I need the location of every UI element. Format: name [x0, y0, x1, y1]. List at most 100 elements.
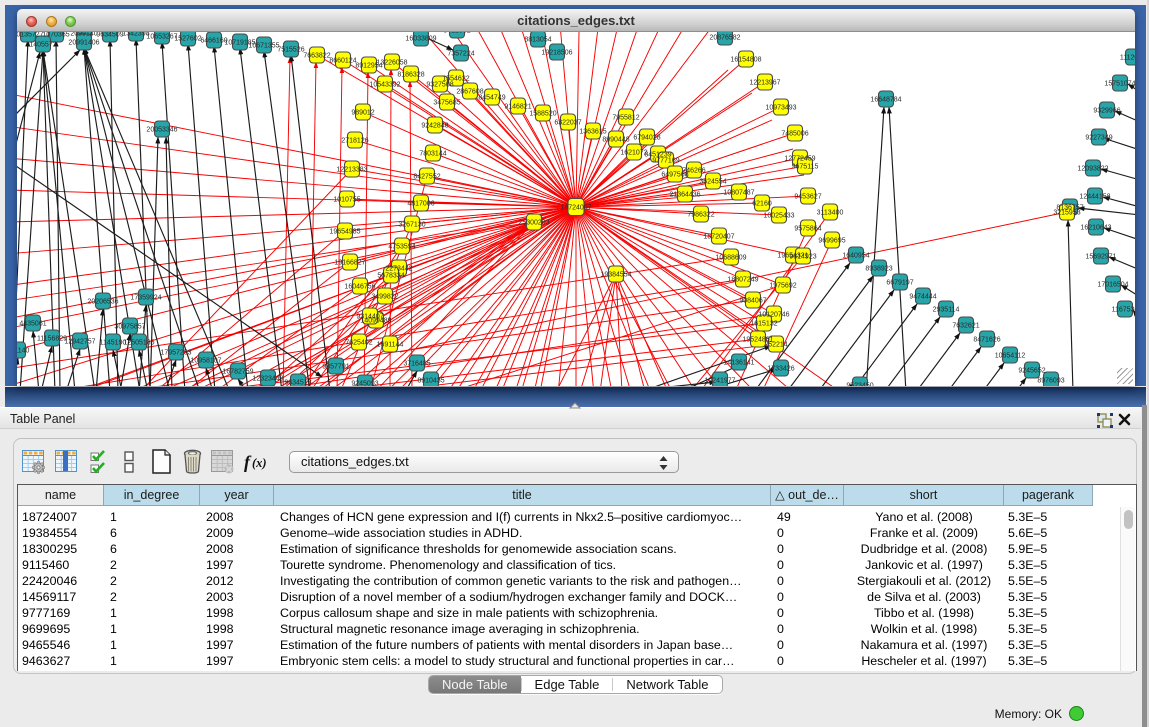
- svg-text:8412862: 8412862: [443, 32, 470, 35]
- svg-text:10025433: 10025433: [763, 213, 794, 220]
- svg-text:6794028: 6794028: [633, 135, 660, 142]
- svg-text:9857791: 9857791: [322, 364, 349, 371]
- svg-text:12093822: 12093822: [1077, 166, 1108, 173]
- svg-text:(x): (x): [252, 456, 267, 470]
- svg-text:9242848: 9242848: [421, 123, 448, 130]
- svg-text:9314407: 9314407: [356, 314, 383, 321]
- svg-text:10653267: 10653267: [146, 34, 177, 41]
- svg-text:10973493: 10973493: [765, 105, 796, 112]
- svg-text:16648784: 16648784: [870, 97, 901, 104]
- svg-text:21364436: 21364436: [669, 192, 700, 199]
- svg-text:9227349: 9227349: [1085, 135, 1112, 142]
- svg-text:3716485: 3716485: [403, 361, 430, 368]
- svg-text:15751074: 15751074: [1104, 81, 1135, 88]
- svg-text:9523450: 9523450: [846, 383, 873, 387]
- svg-text:1167530: 1167530: [1112, 307, 1135, 314]
- svg-text:20876582: 20876582: [709, 35, 740, 42]
- svg-text:9575864: 9575864: [794, 226, 821, 233]
- svg-text:62160: 62160: [752, 201, 772, 208]
- svg-text:9777169: 9777169: [652, 158, 679, 165]
- svg-text:9084067: 9084067: [739, 298, 766, 305]
- svg-text:3624554: 3624554: [699, 179, 726, 186]
- svg-text:20991406: 20991406: [68, 40, 99, 47]
- svg-text:7515526: 7515526: [277, 47, 304, 54]
- svg-text:1010755: 1010755: [333, 197, 360, 204]
- svg-text:16033809: 16033809: [405, 36, 436, 43]
- svg-text:16210643: 16210643: [1080, 225, 1111, 232]
- svg-text:10671355: 10671355: [248, 43, 279, 50]
- svg-text:5678334: 5678334: [377, 273, 404, 280]
- svg-text:14136141: 14136141: [723, 360, 754, 367]
- svg-text:9327508: 9327508: [426, 82, 453, 89]
- svg-text:9329966: 9329966: [1093, 108, 1120, 115]
- svg-text:18724007: 18724007: [560, 205, 591, 212]
- svg-text:25300203: 25300203: [518, 220, 549, 227]
- svg-text:7955812: 7955812: [612, 115, 639, 122]
- svg-text:10543392: 10543392: [369, 82, 400, 89]
- svg-text:1615132: 1615132: [750, 321, 777, 328]
- svg-text:2099140: 2099140: [70, 32, 97, 38]
- svg-text:20135727: 20135727: [17, 32, 44, 39]
- svg-text:989012: 989012: [351, 110, 374, 117]
- svg-text:1554622: 1554622: [442, 76, 469, 83]
- svg-text:1112040: 1112040: [1120, 55, 1135, 62]
- svg-text:10120746: 10120746: [758, 312, 789, 319]
- svg-text:8471626: 8471626: [973, 337, 1000, 344]
- svg-text:10241977: 10241977: [704, 378, 735, 385]
- svg-text:7485006: 7485006: [781, 131, 808, 138]
- svg-text:16046756: 16046756: [344, 284, 375, 291]
- svg-text:7632621: 7632621: [952, 323, 979, 330]
- svg-text:17359924: 17359924: [130, 295, 161, 302]
- svg-text:20053346: 20053346: [146, 127, 177, 134]
- svg-text:1070365: 1070365: [42, 32, 69, 39]
- svg-text:4435061: 4435061: [19, 321, 46, 328]
- svg-text:9474444: 9474444: [909, 294, 936, 301]
- svg-text:1588520: 1588520: [529, 111, 556, 118]
- svg-text:12505135: 12505135: [123, 340, 154, 347]
- svg-text:12213967: 12213967: [749, 80, 780, 87]
- svg-text:8938923: 8938923: [865, 266, 892, 273]
- svg-text:10688609: 10688609: [715, 255, 746, 262]
- svg-text:1363615: 1363615: [579, 129, 606, 136]
- svg-text:12942757: 12942757: [64, 339, 95, 346]
- svg-text:6679197: 6679197: [886, 280, 913, 287]
- svg-text:17957253: 17957253: [160, 350, 191, 357]
- svg-text:10807487: 10807487: [723, 190, 754, 197]
- svg-text:8186328: 8186328: [397, 72, 424, 79]
- svg-text:7663822: 7663822: [303, 53, 330, 60]
- svg-text:19654985: 19654985: [329, 229, 360, 236]
- svg-text:9814923: 9814923: [789, 254, 816, 261]
- svg-text:1733426: 1733426: [767, 366, 794, 373]
- svg-text:1405572: 1405572: [29, 42, 56, 49]
- svg-text:3475685: 3475685: [433, 100, 460, 107]
- svg-text:7803144: 7803144: [419, 151, 446, 158]
- svg-text:15720407: 15720407: [703, 234, 734, 241]
- svg-text:12772459: 12772459: [784, 156, 815, 163]
- svg-text:9453627: 9453627: [794, 194, 821, 201]
- svg-text:1640954: 1640954: [842, 253, 869, 260]
- svg-text:19384554: 19384554: [600, 272, 631, 279]
- svg-text:3215953: 3215953: [1053, 210, 1080, 217]
- svg-text:20206536: 20206536: [87, 299, 118, 306]
- svg-text:2273442: 2273442: [385, 266, 412, 273]
- svg-text:7986322: 7986322: [687, 212, 714, 219]
- svg-text:12323448: 12323448: [252, 376, 283, 383]
- svg-text:8454749: 8454749: [478, 95, 505, 102]
- svg-text:13226058: 13226058: [376, 60, 407, 67]
- svg-text:10958107: 10958107: [190, 358, 221, 365]
- svg-text:7625402: 7625402: [345, 340, 372, 347]
- svg-text:19218506: 19218506: [541, 50, 572, 57]
- svg-text:9634509: 9634509: [96, 32, 123, 39]
- svg-text:12444158: 12444158: [1079, 194, 1110, 201]
- svg-text:4753594: 4753594: [388, 244, 415, 251]
- svg-text:9146821: 9146821: [504, 104, 531, 111]
- svg-text:9245652: 9245652: [1018, 368, 1045, 375]
- svg-text:8813054: 8813054: [524, 37, 551, 44]
- svg-text:8990448: 8990448: [602, 137, 629, 144]
- svg-text:9634513: 9634513: [284, 380, 311, 387]
- svg-text:3113400: 3113400: [817, 210, 844, 217]
- svg-text:9699695: 9699695: [818, 238, 845, 245]
- svg-text:12213383: 12213383: [336, 167, 367, 174]
- svg-text:1527602: 1527602: [174, 36, 201, 43]
- svg-text:8660124: 8660124: [329, 58, 356, 65]
